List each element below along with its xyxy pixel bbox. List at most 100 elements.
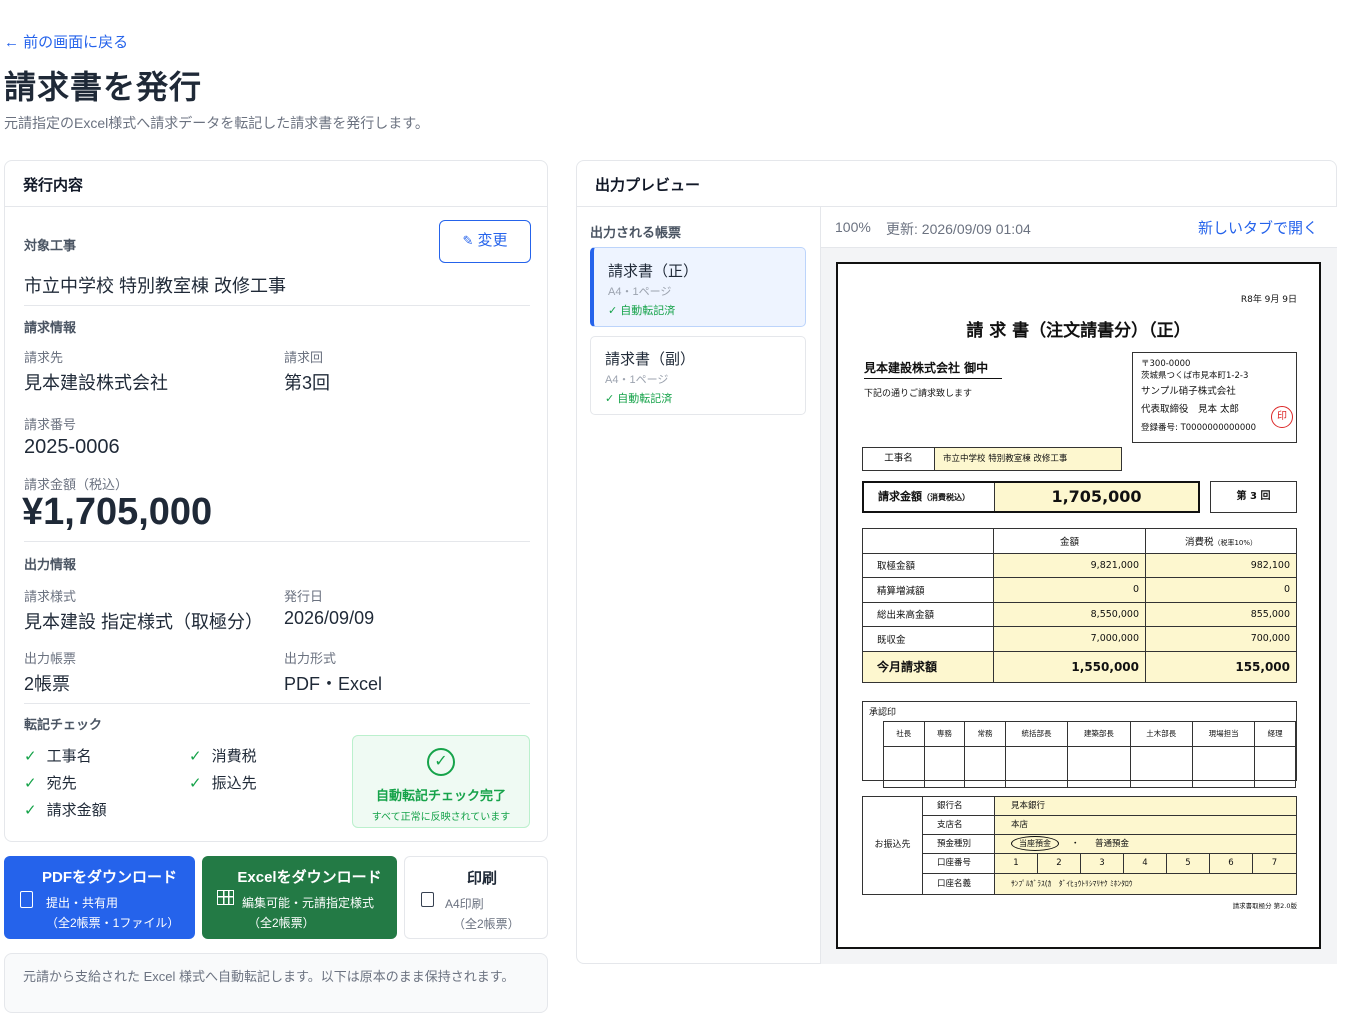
round-label: 請求回 xyxy=(284,350,324,365)
printer-icon xyxy=(421,892,434,907)
amount-value: ¥1,705,000 xyxy=(22,491,213,533)
bank-box: お振込先 銀行名 見本銀行 支店名 本店 預金種別 当座預金 ・ 普通預金 口座… xyxy=(862,796,1297,895)
doc-meta: A4・1ページ xyxy=(608,286,672,298)
invoice-date: R8年 9月 9日 xyxy=(1240,295,1297,305)
check-circle-icon: ✓ xyxy=(427,748,455,776)
open-new-tab-link[interactable]: 新しいタブで開く xyxy=(1198,217,1318,238)
format-label: 請求様式 xyxy=(24,589,77,604)
recipient-label: 請求先 xyxy=(24,350,64,365)
updated-time: 更新: 2026/09/09 01:04 xyxy=(886,221,1031,237)
check-complete-title: 自動転記チェック完了 xyxy=(375,788,506,803)
page-subtitle: 元請指定のExcel様式へ請求データを転記した請求書を発行します。 xyxy=(4,115,429,131)
check-item: ✓ 工事名 xyxy=(24,748,92,765)
invoice-title: 請 求 書（注文請書分）（正） xyxy=(966,321,1191,341)
table-row: 精算増減額 0 0 xyxy=(862,577,1297,603)
sender-reg: 登録番号: T0000000000000 xyxy=(1141,423,1257,433)
excel-line2: （全2帳票） xyxy=(248,916,315,930)
change-button[interactable]: ✎ 変更 xyxy=(439,220,531,263)
amount-table: 金額 消費税（税率10%） 取極金額 9,821,000 982,100 精算増減額 0… xyxy=(862,528,1297,683)
table-row: 総出来高金額 8,550,000 855,000 xyxy=(862,601,1297,627)
project-row-value: 市立中学校 特別教室棟 改修工事 xyxy=(935,448,1121,470)
table-row: 取極金額 9,821,000 982,100 xyxy=(862,552,1297,578)
pdf-download-button[interactable]: PDFをダウンロード 提出・共有用 （全2帳票・1ファイル） xyxy=(4,856,195,939)
number-label: 請求番号 xyxy=(24,417,77,432)
note-card: 元請から支給された Excel 様式へ自動転記します。以下は原本のまま保持されま… xyxy=(4,953,548,1013)
branch-row: 支店名 本店 xyxy=(923,816,1296,835)
forms-value: 2帳票 xyxy=(24,674,71,694)
preview-card-header: 出力プレビュー xyxy=(577,161,1336,207)
print-button[interactable]: 印刷 A4印刷 （全2帳票） xyxy=(404,856,548,939)
issue-card: 発行内容 対象工事 ✎ 変更 市立中学校 特別教室棟 改修工事 請求情報 請求先… xyxy=(4,160,548,842)
account-number-row: 口座番号 1 2 3 4 5 6 7 xyxy=(923,854,1296,874)
document-icon xyxy=(20,891,33,908)
invoice-document: R8年 9月 9日 請 求 書（注文請書分）（正） 見本建設株式会社 御中 下記… xyxy=(836,262,1321,949)
type-value: PDF・Excel xyxy=(284,674,383,694)
doc-name: 請求書（正） xyxy=(608,263,699,280)
note-text: 元請から支給された Excel 様式へ自動転記します。以下は原本のまま保持されま… xyxy=(23,969,515,984)
sender-rep: 代表取締役 見本 太郎 xyxy=(1141,404,1240,415)
total-row: 今月請求額 1,550,000 155,000 xyxy=(862,650,1297,683)
doc-list-item[interactable]: 請求書（副） A4・1ページ ✓ 自動転記済 xyxy=(590,336,806,415)
doc-list-item[interactable]: 請求書（正） A4・1ページ ✓ 自動転記済 xyxy=(590,247,806,327)
excel-line1: 編集可能・元請指定様式 xyxy=(242,896,375,910)
excel-download-title: Excelをダウンロード xyxy=(237,869,382,886)
check-icon: ✓ xyxy=(24,775,37,792)
invoice-round-box: 第 3 回 xyxy=(1210,481,1297,513)
output-list-label: 出力される帳票 xyxy=(590,225,682,240)
doc-meta: A4・1ページ xyxy=(605,374,669,386)
sender-zip: 〒300-0000 xyxy=(1141,359,1191,369)
sender-address: 茨城県つくば市見本町1-2-3 xyxy=(1141,371,1249,381)
project-label: 対象工事 xyxy=(24,238,77,253)
back-link[interactable]: ← 前の画面に戻る xyxy=(4,31,128,52)
project-value: 市立中学校 特別教室棟 改修工事 xyxy=(24,276,287,296)
issue-card-header: 発行内容 xyxy=(5,161,547,207)
zoom-level[interactable]: 100% xyxy=(835,219,871,235)
col-amount: 金額 xyxy=(993,528,1146,554)
grid-icon xyxy=(217,890,234,905)
col-tax: 消費税（税率10%） xyxy=(1145,528,1297,554)
approval-label: 承認印 xyxy=(869,708,897,718)
check-complete-box: ✓ 自動転記チェック完了 すべて正常に反映されています xyxy=(352,735,530,828)
selected-account-type: 当座預金 xyxy=(1011,836,1059,851)
doc-name: 請求書（副） xyxy=(605,351,696,368)
date-label: 発行日 xyxy=(284,589,324,604)
bank-name-row: 銀行名 見本銀行 xyxy=(923,797,1296,816)
type-label: 出力形式 xyxy=(284,651,337,666)
divider xyxy=(24,305,530,306)
invoice-amount-value: 1,705,000 xyxy=(995,483,1198,511)
print-line2: （全2帳票） xyxy=(453,917,520,931)
check-complete-sub: すべて正常に反映されています xyxy=(371,812,511,823)
check-item: ✓ 宛先 xyxy=(24,775,77,792)
invoice-amount-label: 請求金額（消費税込） xyxy=(864,483,995,511)
invoice-greeting: 下記の通りご請求致します xyxy=(864,389,973,399)
seal-stamp: 印 xyxy=(1271,406,1293,428)
output-section-title: 出力情報 xyxy=(24,557,77,572)
check-item: ✓ 消費税 xyxy=(189,748,257,765)
account-name-row: 口座名義 ｻﾝﾌﾟﾙｶﾞﾗｽ(ｶ ﾀﾞｲﾋｮｳﾄﾘｼﾏﾘﾔｸ ﾐﾎﾝﾀﾛｳ xyxy=(923,874,1296,894)
check-item: ✓ 請求金額 xyxy=(24,802,107,819)
change-button-label: 変更 xyxy=(477,232,508,249)
invoice-amount-box: 請求金額（消費税込） 1,705,000 xyxy=(862,481,1200,513)
project-row-label: 工事名 xyxy=(863,448,935,470)
check-icon: ✓ xyxy=(189,775,202,792)
forms-label: 出力帳票 xyxy=(24,651,77,666)
check-icon: ✓ xyxy=(189,748,202,765)
account-type-row: 預金種別 当座預金 ・ 普通預金 xyxy=(923,835,1296,854)
format-value: 見本建設 指定様式（取極分） xyxy=(24,612,263,632)
table-row: 既収金 7,000,000 700,000 xyxy=(862,626,1297,652)
doc-status: ✓ 自動転記済 xyxy=(605,393,673,405)
print-title: 印刷 xyxy=(466,870,497,887)
pdf-line2: （全2帳票・1ファイル） xyxy=(46,916,180,930)
check-section-title: 転記チェック xyxy=(24,717,103,732)
sender-box: 〒300-0000 茨城県つくば市見本町1-2-3 サンプル硝子株式会社 代表取… xyxy=(1132,352,1297,443)
print-line1: A4印刷 xyxy=(445,897,484,911)
number-value: 2025-0006 xyxy=(24,436,120,458)
page-title: 請求書を発行 xyxy=(4,69,203,105)
bank-label: お振込先 xyxy=(863,797,923,894)
approval-box: 承認印 社長 専務 常務 統括部長 建築部長 土木部長 現場担当 経理 xyxy=(862,701,1297,788)
pdf-line1: 提出・共有用 xyxy=(46,896,119,910)
approval-table: 社長 専務 常務 統括部長 建築部長 土木部長 現場担当 経理 xyxy=(883,721,1296,788)
doc-status: ✓ 自動転記済 xyxy=(608,305,676,317)
sender-company: サンプル硝子株式会社 xyxy=(1141,386,1236,397)
excel-download-button[interactable]: Excelをダウンロード 編集可能・元請指定様式 （全2帳票） xyxy=(202,856,397,939)
